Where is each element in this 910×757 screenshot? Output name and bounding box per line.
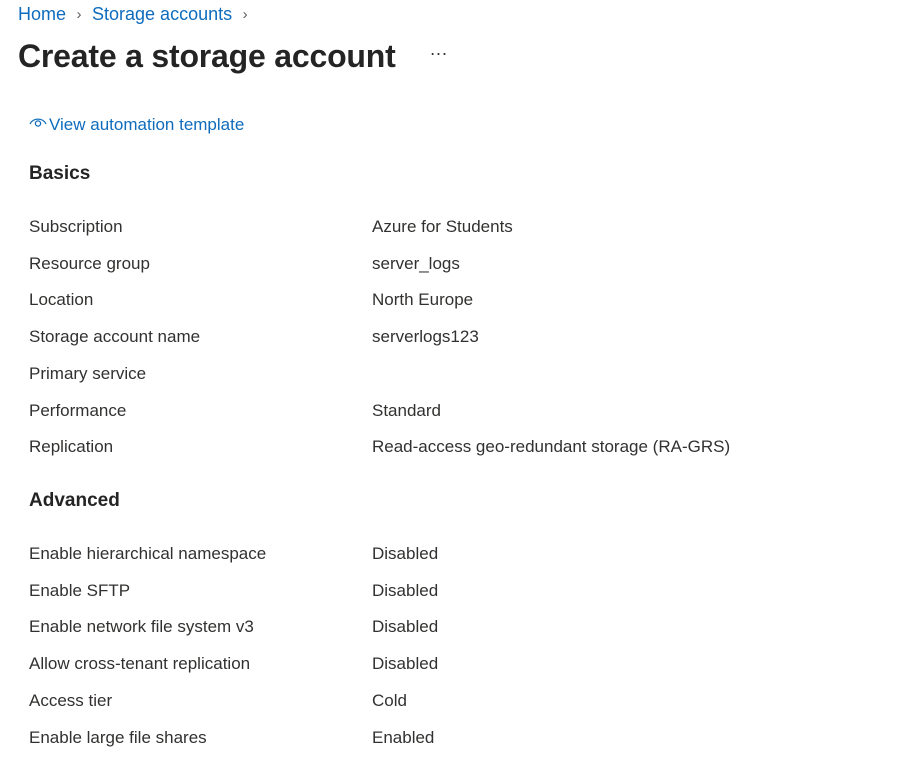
chevron-right-icon: › xyxy=(76,5,82,23)
row-label: Performance xyxy=(29,401,127,420)
page-title: Create a storage account xyxy=(18,38,396,74)
basics-row-resource-group: Resource group server_logs xyxy=(29,254,889,278)
basics-row-subscription: Subscription Azure for Students xyxy=(29,217,889,241)
title-row: Create a storage account ··· xyxy=(18,38,448,75)
row-value: Azure for Students xyxy=(372,217,513,236)
row-value: serverlogs123 xyxy=(372,327,479,346)
row-label: Resource group xyxy=(29,254,150,273)
basics-row-primary-service: Primary service xyxy=(29,364,889,388)
advanced-row-cross-tenant-replication: Allow cross-tenant replication Disabled xyxy=(29,654,889,678)
advanced-row-hierarchical-namespace: Enable hierarchical namespace Disabled xyxy=(29,544,889,568)
row-value: Standard xyxy=(372,401,441,420)
row-label: Enable network file system v3 xyxy=(29,617,254,636)
eye-icon xyxy=(28,114,49,135)
row-label: Replication xyxy=(29,437,114,456)
row-value: server_logs xyxy=(372,254,460,273)
chevron-right-icon: › xyxy=(242,5,248,23)
row-value: Read-access geo-redundant storage (RA-GR… xyxy=(372,437,731,456)
advanced-row-sftp: Enable SFTP Disabled xyxy=(29,581,889,605)
row-value: Enabled xyxy=(372,728,435,747)
basics-heading: Basics xyxy=(29,163,91,184)
row-value: North Europe xyxy=(372,290,474,309)
row-value: Cold xyxy=(372,691,407,710)
row-value: Disabled xyxy=(372,654,439,673)
row-label: Primary service xyxy=(29,364,147,383)
row-label: Enable hierarchical namespace xyxy=(29,544,267,563)
row-label: Storage account name xyxy=(29,327,201,346)
breadcrumb-home-link[interactable]: Home xyxy=(18,4,66,25)
breadcrumb: Home › Storage accounts › xyxy=(18,2,258,26)
basics-row-performance: Performance Standard xyxy=(29,401,889,425)
view-automation-template-link[interactable]: View automation template xyxy=(28,114,244,135)
row-label: Allow cross-tenant replication xyxy=(29,654,251,673)
basics-row-location: Location North Europe xyxy=(29,290,889,314)
row-label: Location xyxy=(29,290,94,309)
basics-row-replication: Replication Read-access geo-redundant st… xyxy=(29,437,889,461)
row-value: Disabled xyxy=(372,544,439,563)
advanced-heading: Advanced xyxy=(29,490,120,511)
advanced-row-nfs-v3: Enable network file system v3 Disabled xyxy=(29,617,889,641)
create-storage-account-page: Home › Storage accounts › Create a stora… xyxy=(0,0,910,757)
basics-row-storage-account-name: Storage account name serverlogs123 xyxy=(29,327,889,351)
row-label: Subscription xyxy=(29,217,123,236)
breadcrumb-storage-accounts-link[interactable]: Storage accounts xyxy=(92,4,232,25)
row-label: Enable SFTP xyxy=(29,581,131,600)
row-value: Disabled xyxy=(372,617,439,636)
advanced-row-access-tier: Access tier Cold xyxy=(29,691,889,715)
view-automation-template-label: View automation template xyxy=(49,114,245,134)
advanced-row-large-file-shares: Enable large file shares Enabled xyxy=(29,728,889,752)
row-label: Enable large file shares xyxy=(29,728,207,747)
more-options-button[interactable]: ··· xyxy=(430,44,448,62)
row-value: Disabled xyxy=(372,581,439,600)
row-label: Access tier xyxy=(29,691,113,710)
